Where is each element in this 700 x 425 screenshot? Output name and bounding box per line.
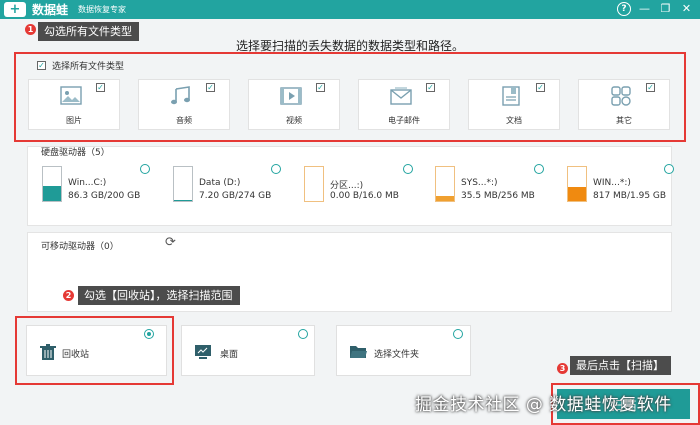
title-bar: + 数据蛙 数据恢复专家 ? — ❐ ✕: [0, 0, 700, 19]
location-label: 选择文件夹: [374, 350, 420, 360]
file-type-email[interactable]: ✓ 电子邮件: [358, 79, 450, 130]
step2-number: 2: [63, 290, 74, 301]
drive-win-radio[interactable]: [664, 164, 674, 174]
image-checkbox[interactable]: ✓: [96, 83, 105, 92]
step3-number: 3: [557, 363, 568, 374]
file-type-label: 其它: [616, 116, 632, 125]
step1-number: 1: [25, 24, 36, 35]
folder-radio[interactable]: [453, 329, 463, 339]
drive-name: Win...C:): [68, 178, 107, 188]
minimize-icon[interactable]: —: [637, 1, 652, 16]
file-type-image[interactable]: ✓ 图片: [28, 79, 120, 130]
select-all-label: 选择所有文件类型: [52, 62, 125, 72]
desktop-radio[interactable]: [298, 329, 308, 339]
drive-size: 35.5 MB/256 MB: [461, 191, 535, 201]
step2-callout: 勾选【回收站】，选择扫描范围: [78, 286, 240, 305]
step1-callout: 勾选所有文件类型: [38, 22, 139, 41]
drive-icon: [173, 166, 193, 202]
other-checkbox[interactable]: ✓: [646, 83, 655, 92]
help-icon[interactable]: ?: [617, 1, 631, 16]
folder-icon: [350, 346, 367, 358]
hard-drives-title: 硬盘驱动器（5）: [41, 148, 110, 158]
app-name: 数据蛙: [32, 3, 69, 17]
drive-icon: [304, 166, 324, 202]
drive-c-radio[interactable]: [140, 164, 150, 174]
document-icon: [502, 86, 520, 106]
file-type-label: 视频: [286, 116, 302, 125]
removable-drives-title: 可移动驱动器（0）: [41, 242, 119, 252]
drive-partition-radio[interactable]: [403, 164, 413, 174]
drive-size: 7.20 GB/274 GB: [199, 191, 272, 201]
file-type-other[interactable]: ✓ 其它: [578, 79, 670, 130]
drive-name: Data (D:): [199, 178, 241, 188]
drive-icon: [42, 166, 62, 202]
close-icon[interactable]: ✕: [679, 1, 694, 16]
file-type-label: 音频: [176, 116, 192, 125]
drive-d-radio[interactable]: [271, 164, 281, 174]
file-type-audio[interactable]: ✓ 音频: [138, 79, 230, 130]
recycle-bin-highlight: [15, 316, 174, 385]
drive-name: WIN...*:): [593, 178, 631, 188]
email-icon: [390, 87, 412, 105]
watermark: 掘金技术社区 @ 数据蛙恢复软件: [415, 395, 672, 415]
audio-checkbox[interactable]: ✓: [206, 83, 215, 92]
video-icon: [280, 87, 302, 105]
drive-size: 0.00 B/16.0 MB: [330, 191, 399, 201]
location-label: 桌面: [220, 350, 239, 360]
drive-sys-radio[interactable]: [534, 164, 544, 174]
drive-icon: [435, 166, 455, 202]
file-type-document[interactable]: ✓ 文档: [468, 79, 560, 130]
drive-icon: [567, 166, 587, 202]
file-type-label: 文档: [506, 116, 522, 125]
location-desktop[interactable]: 桌面: [181, 325, 315, 376]
select-all-types[interactable]: ✓ 选择所有文件类型: [37, 59, 124, 72]
app-subtitle: 数据恢复专家: [78, 5, 127, 14]
drive-name: 分区...:): [330, 181, 364, 191]
file-type-label: 电子邮件: [388, 116, 420, 125]
video-checkbox[interactable]: ✓: [316, 83, 325, 92]
step3-callout: 最后点击【扫描】: [570, 356, 671, 375]
drive-size: 86.3 GB/200 GB: [68, 191, 141, 201]
drive-size: 817 MB/1.95 GB: [593, 191, 667, 201]
location-folder[interactable]: 选择文件夹: [336, 325, 471, 376]
file-type-label: 图片: [66, 116, 82, 125]
document-checkbox[interactable]: ✓: [536, 83, 545, 92]
drive-name: SYS...*:): [461, 178, 498, 188]
app-logo: +: [4, 2, 26, 17]
refresh-icon[interactable]: ⟳: [165, 235, 176, 250]
email-checkbox[interactable]: ✓: [426, 83, 435, 92]
file-type-video[interactable]: ✓ 视频: [248, 79, 340, 130]
restore-icon[interactable]: ❐: [658, 1, 673, 16]
image-icon: [60, 86, 82, 105]
music-icon: [171, 86, 190, 105]
select-all-checkbox[interactable]: ✓: [37, 61, 46, 70]
desktop-icon: [195, 345, 211, 359]
other-icon: [611, 86, 631, 106]
